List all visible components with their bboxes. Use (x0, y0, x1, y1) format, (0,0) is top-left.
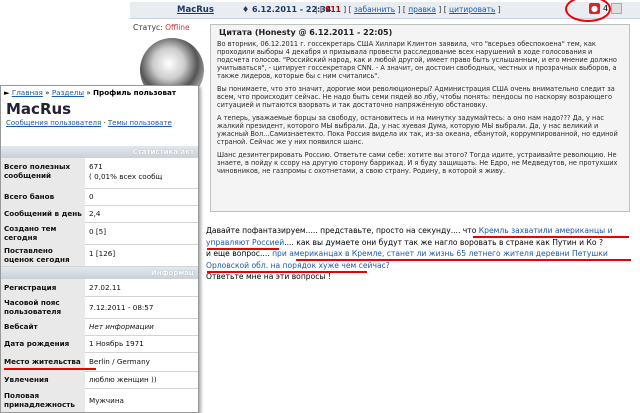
info-label: Половая принадлежность (4, 391, 75, 409)
quote-paragraph: Вы понимаете, что это значит, дорогие мо… (217, 85, 615, 109)
quote-link[interactable]: цитировать (449, 5, 495, 14)
post-reply-text: Давайте пофантазируем..... представьте, … (206, 225, 636, 283)
info-value: Berlin / Germany (89, 357, 150, 366)
profile-username: MacRus (6, 100, 72, 118)
info-value: Нет информации (89, 322, 154, 331)
breadcrumb-home[interactable]: Главная (12, 88, 43, 97)
stat-label: Всего полезных сообщений (4, 162, 71, 180)
red-underline (473, 236, 629, 238)
info-value: 7.12.2011 - 08:57 (89, 303, 154, 312)
breadcrumb-arrow-icon: ► (4, 88, 10, 97)
info-row: Увлечения люблю женщин )) (1, 371, 198, 389)
red-underline (296, 259, 631, 261)
ban-link[interactable]: забаннить (354, 5, 395, 14)
status-label: Статус: (133, 23, 163, 32)
stat-row: Создано тем сегодня 0 [5] (1, 222, 198, 245)
post-author-link[interactable]: MacRus (177, 5, 214, 15)
info-label: Увлечения (4, 375, 49, 384)
stat-value: 1 [126] (89, 249, 116, 258)
stat-value: 671 (89, 162, 103, 171)
info-row: Регистрация 27.02.11 (1, 279, 198, 297)
reply-text-segment: и еще вопрос.... (206, 249, 273, 258)
stat-value: 0 [5] (89, 227, 107, 236)
section-title: Статистика акт (132, 148, 194, 156)
info-value: Мужчина (89, 396, 124, 405)
stat-note: ( 0,01% всех сообщ (89, 172, 163, 181)
post-datetime-icon: ♦ (242, 5, 252, 14)
stat-row: Сообщений в день 2,4 (1, 205, 198, 223)
stat-label: Поставлено оценок сегодня (4, 246, 70, 264)
red-underline (207, 248, 279, 250)
profile-links: Сообщения пользователя · Темы пользовате (6, 119, 172, 127)
info-label: Часовой пояс пользователя (4, 298, 62, 316)
info-label: Дата рождения (4, 339, 70, 348)
info-row: Вебсайт Нет информации (1, 318, 198, 336)
breadcrumb-sections[interactable]: Разделы (52, 88, 84, 97)
stat-label: Создано тем сегодня (4, 224, 57, 242)
reply-question: Ответьте мне на эти вопросы ! (206, 272, 331, 281)
info-label: Место жительства (4, 357, 81, 366)
reply-text-segment: .... как вы думаете они будут так же наг… (284, 237, 603, 247)
quote-paragraph: А теперь, уважаемые борцы за свободу, ос… (217, 114, 618, 146)
quote-paragraph: Шанс дезинтегрировать Россию. Ответьте с… (217, 151, 618, 175)
breadcrumb: ► Главная » Разделы » Профиль пользоват (4, 88, 177, 97)
status-value: Offline (165, 23, 190, 32)
quote-paragraph: Во вторник, 06.12.2011 г. госсекретарь С… (217, 40, 617, 80)
edit-link[interactable]: правка (408, 5, 436, 14)
stat-value: 0 (89, 192, 94, 201)
quote-box: Цитата (Honesty @ 6.12.2011 - 22:05) Во … (210, 24, 630, 212)
stat-row: Поставлено оценок сегодня 1 [126] (1, 244, 198, 267)
info-label: Регистрация (4, 283, 57, 292)
quote-text: Во вторник, 06.12.2011 г. госсекретарь С… (217, 40, 623, 180)
quote-title: Цитата (Honesty @ 6.12.2011 - 22:05) (219, 28, 393, 37)
info-label: Вебсайт (4, 322, 38, 331)
section-title: Информац (150, 269, 194, 277)
stat-row: Всего полезных сообщений 671 ( 0,01% все… (1, 158, 198, 189)
profile-panel: ► Главная » Разделы » Профиль пользоват … (0, 85, 199, 413)
rate-icon[interactable] (611, 3, 623, 14)
stat-label: Всего банов (4, 192, 55, 201)
reply-text-segment: Давайте пофантазируем..... представьте, … (206, 226, 479, 235)
post-action-links: | [ 911 ] [ забаннить ] [ правка ] [ цит… (315, 5, 501, 14)
stat-label: Сообщений в день (4, 209, 82, 218)
post-rating-number[interactable]: 911 (325, 5, 341, 14)
user-messages-link[interactable]: Сообщения пользователя (6, 119, 101, 127)
info-value: люблю женщин )) (89, 375, 157, 384)
red-underline (4, 368, 96, 370)
post-links-separator: | (315, 5, 318, 14)
breadcrumb-current: Профиль пользоват (93, 88, 177, 97)
info-row: Часовой пояс пользователя 7.12.2011 - 08… (1, 296, 198, 319)
info-value: 27.02.11 (89, 283, 122, 292)
red-underline (207, 271, 367, 273)
section-header-stats: Статистика акт (1, 146, 198, 158)
info-row: Половая принадлежность Мужчина (1, 388, 198, 412)
info-row: Дата рождения 1 Ноябрь 1971 (1, 335, 198, 353)
user-topics-link[interactable]: Темы пользовате (108, 119, 172, 127)
stat-value: 2,4 (89, 209, 101, 218)
user-status: Статус: Offline (133, 23, 190, 32)
info-value: 1 Ноябрь 1971 (89, 339, 144, 348)
section-header-info: Информац (1, 267, 198, 279)
stat-row: Всего банов 0 (1, 188, 198, 206)
